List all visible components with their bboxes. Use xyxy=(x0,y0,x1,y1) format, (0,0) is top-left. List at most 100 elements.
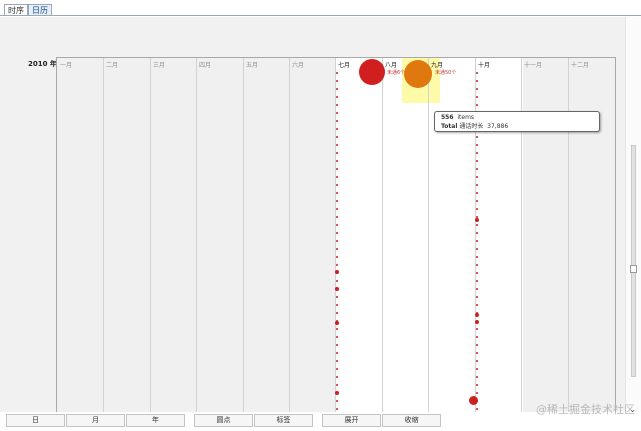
event-dot xyxy=(476,328,478,330)
month-label: 十二月 xyxy=(571,62,590,69)
event-dot xyxy=(336,88,338,90)
month-label: 三月 xyxy=(153,62,166,69)
month-label: 七月 xyxy=(338,62,351,69)
event-dot xyxy=(336,248,338,250)
event-dot xyxy=(336,168,338,170)
event-dot xyxy=(475,320,479,324)
tooltip-count: 556 xyxy=(441,114,454,121)
month-button[interactable]: 月 xyxy=(66,414,125,427)
event-dot xyxy=(336,192,338,194)
event-dot xyxy=(336,264,338,266)
event-dot xyxy=(336,328,338,330)
month-label: 六月 xyxy=(292,62,305,69)
year-button[interactable]: 年 xyxy=(126,414,185,427)
event-dot xyxy=(476,304,478,306)
event-dot xyxy=(336,144,338,146)
month-label: 二月 xyxy=(106,62,119,69)
event-dot xyxy=(336,240,338,242)
month-separator xyxy=(428,58,429,425)
event-dot xyxy=(476,264,478,266)
event-dot xyxy=(336,152,338,154)
event-dot xyxy=(476,288,478,290)
year-label: 2010 年 xyxy=(28,60,57,68)
event-dot xyxy=(476,152,478,154)
event-dot xyxy=(336,208,338,210)
event-dot xyxy=(336,72,338,74)
event-dot xyxy=(336,376,338,378)
event-dot xyxy=(476,368,478,370)
event-dot xyxy=(476,248,478,250)
event-dot xyxy=(335,391,339,395)
watermark: @稀土掘金技术社区 xyxy=(536,403,635,416)
event-dot xyxy=(476,360,478,362)
scrollbar-thumb[interactable] xyxy=(631,145,636,377)
event-dot xyxy=(476,352,478,354)
event-dot xyxy=(476,136,478,138)
event-dot xyxy=(336,224,338,226)
month-label: 八月 xyxy=(385,62,398,69)
event-dot xyxy=(336,200,338,202)
labels-button[interactable]: 标签 xyxy=(254,414,313,427)
event-dot xyxy=(476,144,478,146)
event-dot xyxy=(476,384,478,386)
event-dot xyxy=(475,313,479,317)
event-dot xyxy=(476,168,478,170)
event-dot xyxy=(336,80,338,82)
event-dot xyxy=(476,296,478,298)
vertical-scrollbar[interactable] xyxy=(625,17,641,412)
event-dot xyxy=(336,128,338,130)
event-bubble-august[interactable] xyxy=(359,59,385,85)
event-dot xyxy=(335,270,339,274)
event-dot xyxy=(476,208,478,210)
timeline-chart[interactable]: 一月 二月 三月 四月 五月 六月 七月 八月 九月 十月 十一月 十二月 未通… xyxy=(56,57,616,426)
day-button[interactable]: 日 xyxy=(6,414,65,427)
event-dot xyxy=(476,160,478,162)
month-separator xyxy=(289,58,290,425)
event-dot xyxy=(476,336,478,338)
stats-tooltip: 556 items Total 通话时长 37,886 xyxy=(434,111,600,132)
event-dot xyxy=(476,96,478,98)
month-separator xyxy=(243,58,244,425)
event-dot xyxy=(476,232,478,234)
event-dot xyxy=(476,80,478,82)
event-dot xyxy=(476,280,478,282)
event-dot xyxy=(336,408,338,410)
expand-button[interactable]: 展开 xyxy=(322,414,381,427)
event-dot xyxy=(336,400,338,402)
month-label: 一月 xyxy=(60,62,73,69)
event-dot xyxy=(336,368,338,370)
event-dot xyxy=(476,72,478,74)
event-dot-large[interactable] xyxy=(469,396,478,405)
event-dot xyxy=(336,216,338,218)
event-dot xyxy=(476,88,478,90)
tooltip-duration-value: 37,886 xyxy=(487,123,509,130)
event-dot xyxy=(476,256,478,258)
tab-bar: 时序 日历 xyxy=(0,0,641,17)
event-dot xyxy=(336,304,338,306)
event-dot xyxy=(475,218,479,222)
month-separator xyxy=(103,58,104,425)
event-dot xyxy=(335,321,339,325)
event-dot xyxy=(476,200,478,202)
collapse-button[interactable]: 收缩 xyxy=(382,414,441,427)
tooltip-total-label: Total xyxy=(441,123,458,130)
dots-button[interactable]: 圆点 xyxy=(194,414,253,427)
event-dot xyxy=(336,296,338,298)
event-dot xyxy=(336,336,338,338)
event-dot xyxy=(476,392,478,394)
chevron-down-icon[interactable]: ⌄ xyxy=(629,405,636,414)
event-dot xyxy=(476,184,478,186)
event-dot xyxy=(476,192,478,194)
month-separator xyxy=(196,58,197,425)
event-dot xyxy=(336,112,338,114)
event-dot xyxy=(336,136,338,138)
event-dot xyxy=(336,384,338,386)
event-dot xyxy=(476,272,478,274)
event-dot xyxy=(336,232,338,234)
event-dot xyxy=(336,360,338,362)
month-separator xyxy=(150,58,151,425)
month-label: 九月 xyxy=(431,62,444,69)
event-dot xyxy=(336,160,338,162)
tooltip-unit: items xyxy=(457,114,475,121)
event-bubble-september[interactable] xyxy=(404,60,432,88)
